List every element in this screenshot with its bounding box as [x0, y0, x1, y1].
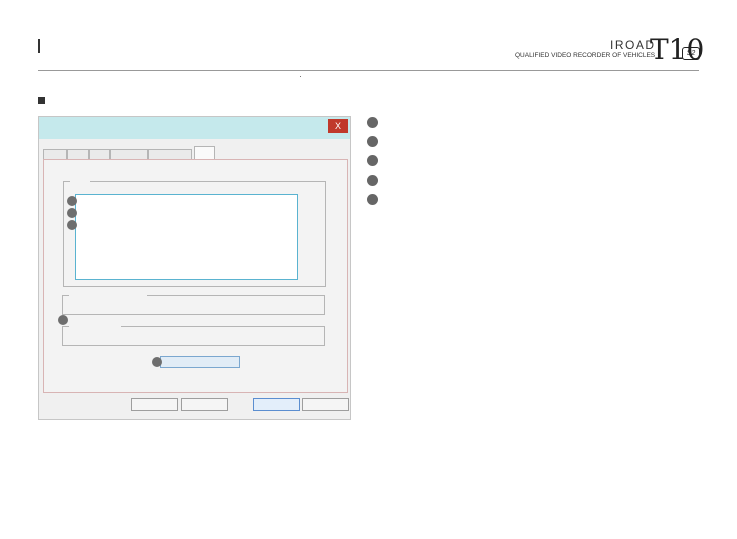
option-group-1: [62, 294, 325, 315]
callout-marker-5: [152, 357, 162, 367]
ok-button[interactable]: [253, 398, 300, 411]
page-edge-tick: [38, 39, 40, 53]
group-legend-gap: [69, 325, 121, 328]
tab-1[interactable]: [43, 149, 67, 159]
option-group-2: [62, 325, 325, 346]
legend-marker-5: [367, 194, 378, 205]
tab-5[interactable]: [148, 149, 192, 159]
tab-2[interactable]: [67, 149, 89, 159]
legend-marker-4: [367, 175, 378, 186]
cancel-button[interactable]: [302, 398, 349, 411]
tab-6-active[interactable]: [194, 146, 215, 160]
settings-listbox[interactable]: [75, 194, 298, 280]
legend-marker-1: [367, 117, 378, 128]
header-divider: [38, 70, 699, 71]
brand-name: IROAD: [610, 38, 656, 52]
group-legend-gap: [69, 294, 147, 297]
footer-button-1[interactable]: [131, 398, 178, 411]
section-bullet-icon: [38, 97, 45, 104]
tab-3[interactable]: [89, 149, 110, 159]
callout-marker-1: [67, 196, 77, 206]
legend-marker-2: [367, 136, 378, 147]
group-legend-gap: [70, 180, 90, 183]
brand-tagline: QUALIFIED VIDEO RECORDER OF VEHICLES: [515, 52, 656, 59]
model-badge: S2: [682, 47, 700, 60]
action-button[interactable]: [160, 356, 240, 368]
callout-marker-2: [67, 208, 77, 218]
legend-marker-3: [367, 155, 378, 166]
tab-4[interactable]: [110, 149, 148, 159]
settings-dialog: X: [38, 116, 351, 420]
footer-button-2[interactable]: [181, 398, 228, 411]
dialog-titlebar[interactable]: [39, 117, 350, 139]
close-button[interactable]: X: [328, 119, 348, 133]
divider-dot: [300, 76, 301, 77]
callout-marker-3: [67, 220, 77, 230]
callout-marker-4: [58, 315, 68, 325]
